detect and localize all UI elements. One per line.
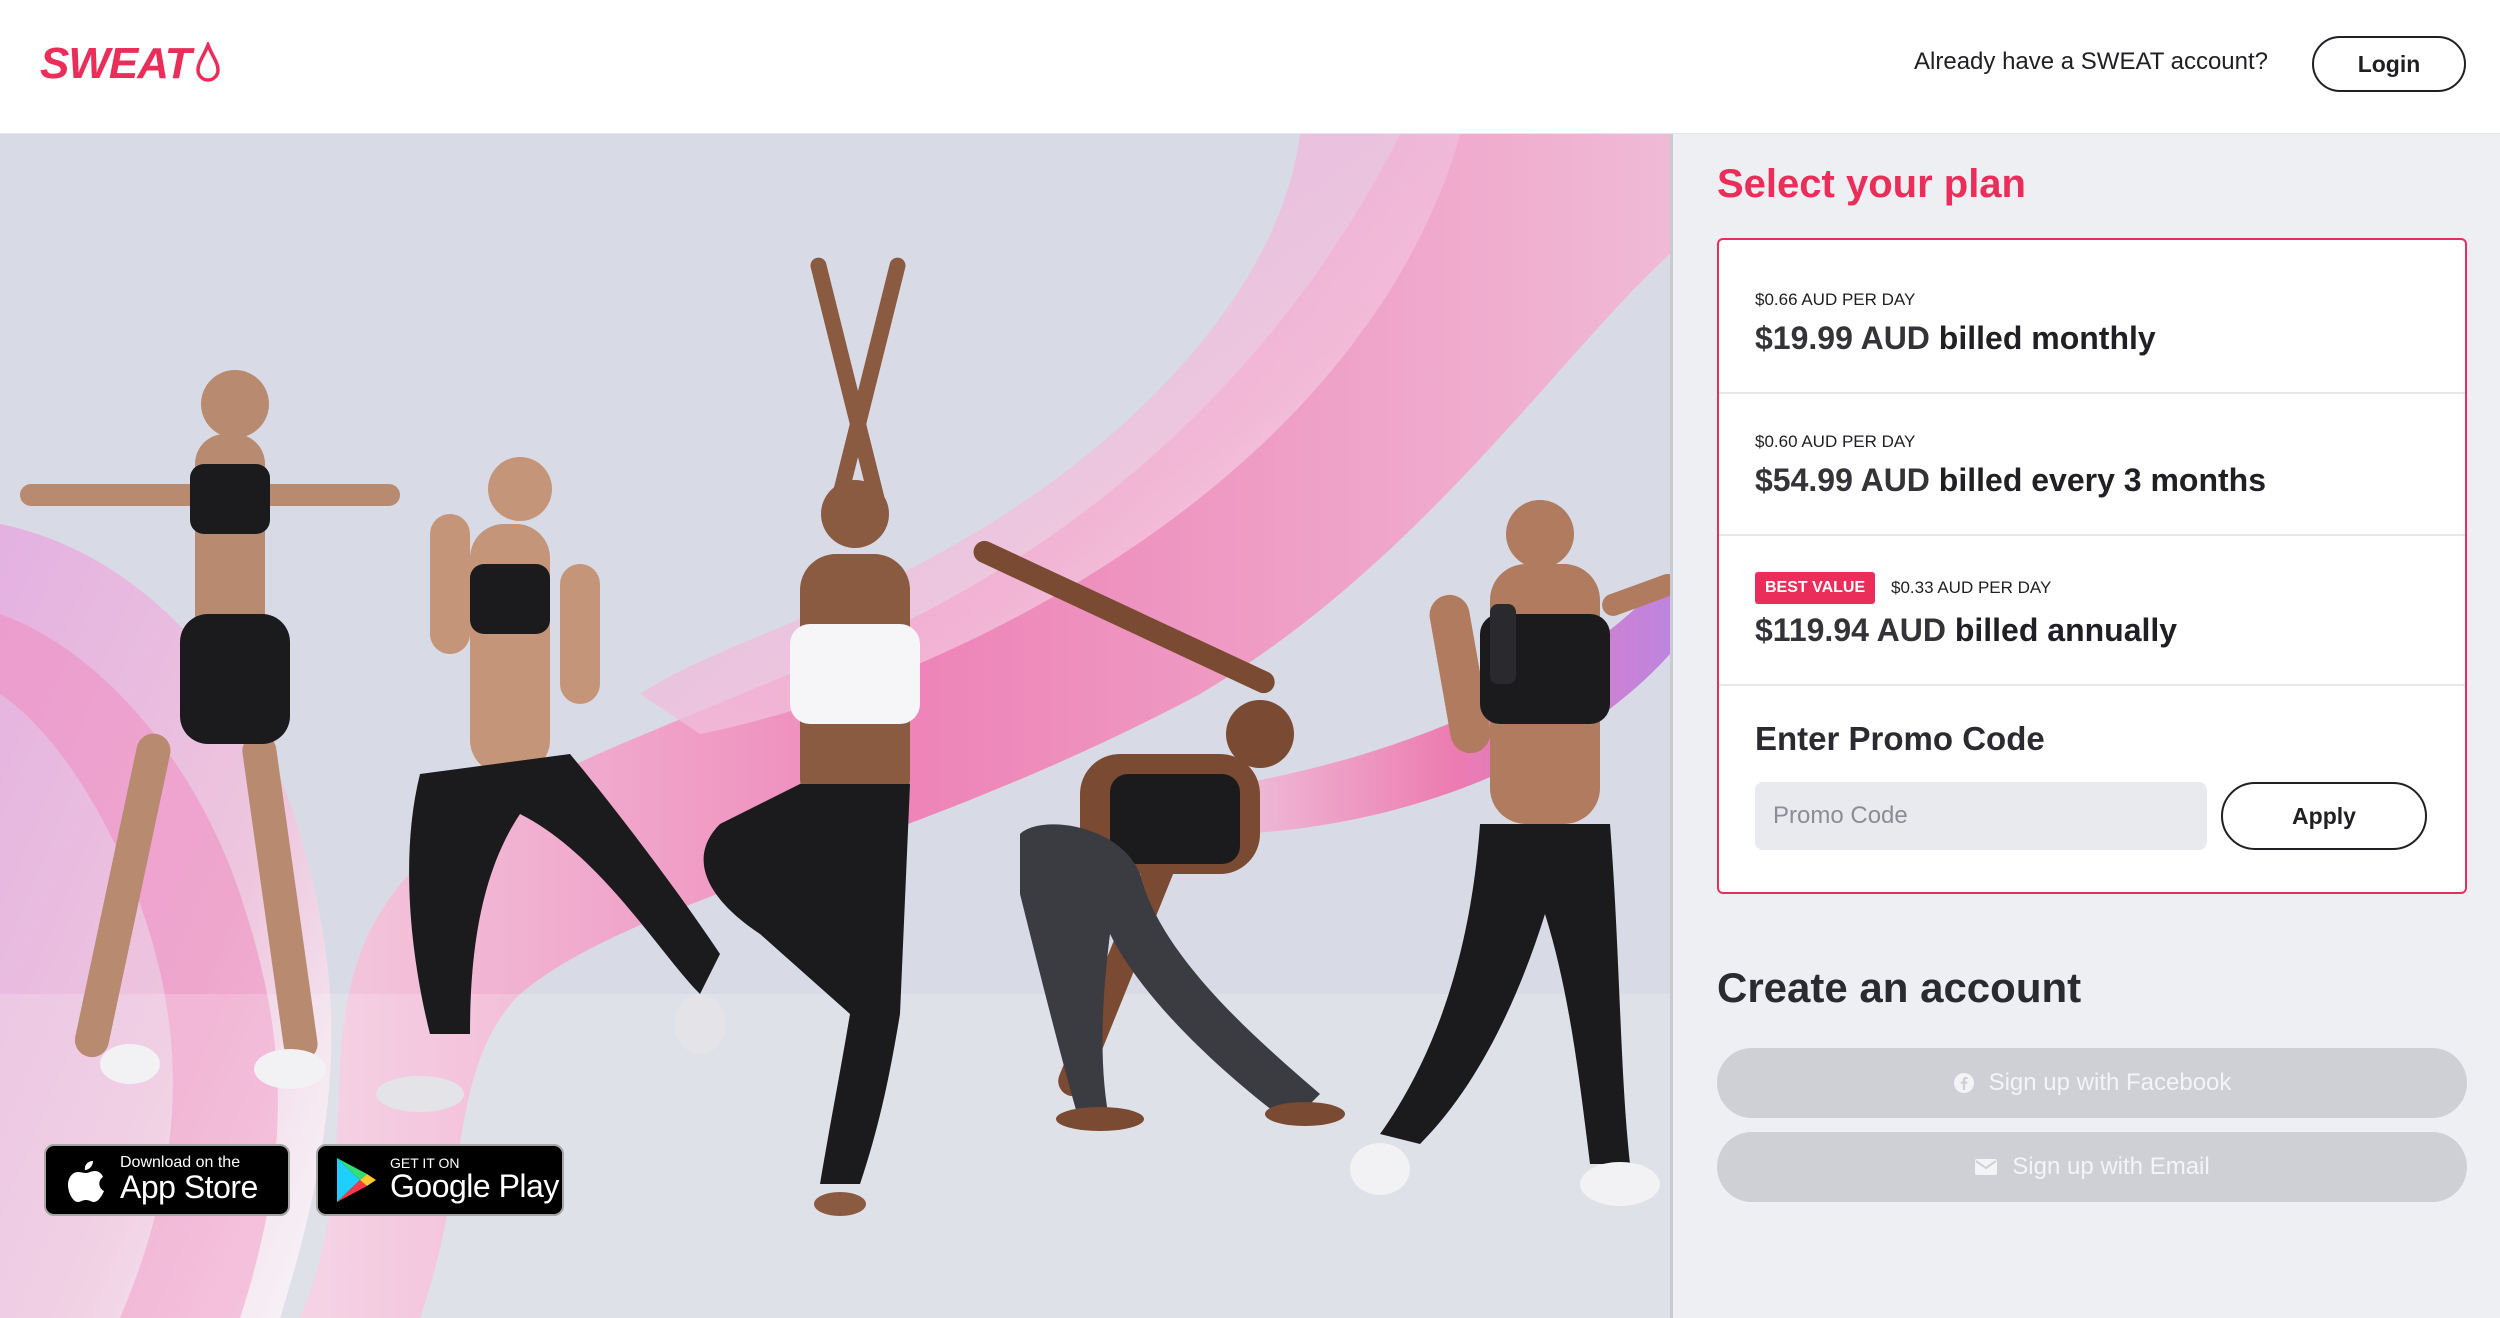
plan-option-quarterly[interactable]: $0.60 AUD PER DAY $54.99 AUD billed ever… — [1719, 394, 2465, 536]
google-play-badge[interactable]: GET IT ON Google Play — [316, 1144, 564, 1216]
plan-per-day: $0.33 AUD PER DAY — [1891, 578, 2052, 597]
signup-panel: Select your plan $0.66 AUD PER DAY $19.9… — [1673, 134, 2500, 1318]
google-play-big-text: Google Play — [390, 1168, 559, 1205]
hero-image: Download on the App Store GET IT ON Goog… — [0, 134, 1670, 1318]
promo-code-input[interactable] — [1755, 782, 2207, 850]
google-play-icon — [334, 1156, 378, 1204]
plan-price: $19.99 AUD billed monthly — [1755, 320, 2156, 356]
athletes-illustration — [20, 257, 1670, 1216]
envelope-icon — [1974, 1158, 1998, 1176]
apple-icon — [66, 1157, 106, 1203]
plan-price: $54.99 AUD billed every 3 months — [1755, 462, 2267, 498]
plan-price: $119.94 AUD billed annually — [1755, 612, 2178, 648]
app-store-badge[interactable]: Download on the App Store — [44, 1144, 290, 1216]
best-value-badge: BEST VALUE — [1755, 572, 1876, 604]
plan-option-annual[interactable]: BEST VALUE $0.33 AUD PER DAY $119.94 AUD… — [1719, 536, 2465, 686]
app-store-big-text: App Store — [120, 1169, 258, 1206]
signup-facebook-label: Sign up with Facebook — [1988, 1069, 2232, 1096]
signup-email-label: Sign up with Email — [2012, 1153, 2210, 1180]
top-header: SWEAT Already have a SWEAT account? Logi… — [0, 0, 2500, 134]
plan-per-day: $0.60 AUD PER DAY — [1755, 432, 1916, 451]
create-account-title: Create an account — [1717, 964, 2082, 1011]
sweat-drop-icon — [195, 39, 221, 87]
facebook-icon — [1953, 1072, 1975, 1094]
login-button[interactable]: Login — [2312, 36, 2466, 92]
plan-per-day: $0.66 AUD PER DAY — [1755, 290, 1916, 309]
account-question: Already have a SWEAT account? — [1914, 48, 2268, 75]
apply-promo-button[interactable]: Apply — [2221, 782, 2427, 850]
sweat-logo[interactable]: SWEAT — [40, 38, 221, 90]
signup-email-button[interactable]: Sign up with Email — [1717, 1132, 2467, 1202]
promo-code-title: Enter Promo Code — [1755, 720, 2045, 757]
logo-text: SWEAT — [40, 39, 192, 88]
plan-selector: $0.66 AUD PER DAY $19.99 AUD billed mont… — [1717, 238, 2467, 894]
select-plan-title: Select your plan — [1717, 162, 2026, 206]
plan-option-monthly[interactable]: $0.66 AUD PER DAY $19.99 AUD billed mont… — [1719, 240, 2465, 394]
signup-facebook-button[interactable]: Sign up with Facebook — [1717, 1048, 2467, 1118]
